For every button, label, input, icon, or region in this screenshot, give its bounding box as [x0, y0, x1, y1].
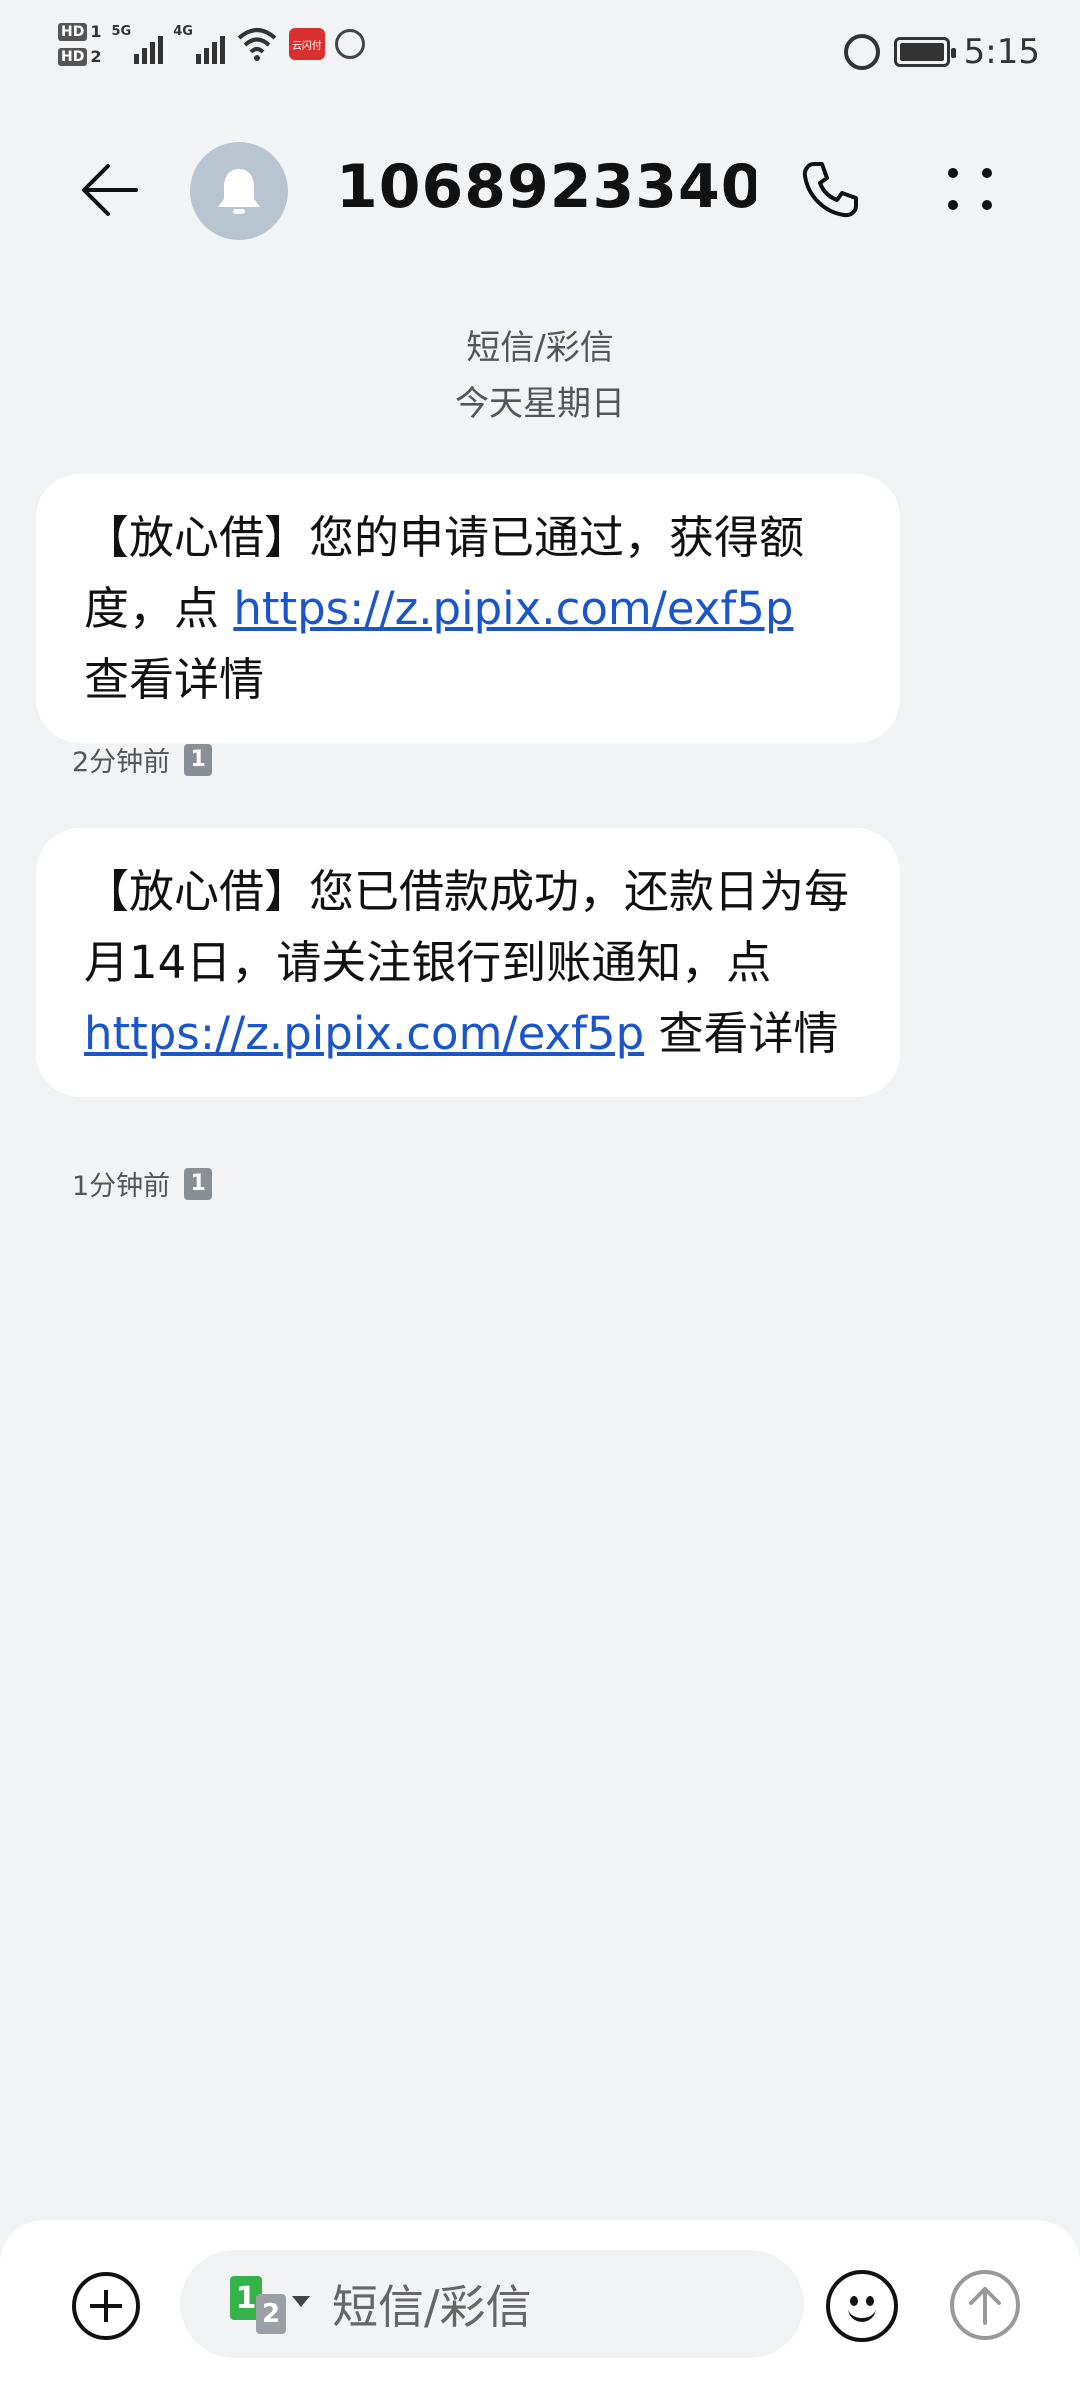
- sim1-number: 1: [90, 22, 102, 41]
- chevron-down-icon: [292, 2296, 310, 2307]
- composer-bar: 1 2 短信/彩信: [0, 2220, 1080, 2388]
- contact-title: 1068923340…: [336, 152, 756, 222]
- sim-selector-button[interactable]: 1 2: [230, 2274, 310, 2334]
- arrow-up-circle-icon: [969, 2287, 1001, 2325]
- message-input[interactable]: 1 2 短信/彩信: [180, 2250, 804, 2358]
- message-meta: 2分钟前 1: [72, 740, 213, 779]
- call-button[interactable]: [790, 150, 870, 230]
- app-notification-icon: 云闪付: [288, 28, 325, 60]
- emoji-button[interactable]: [826, 2270, 898, 2342]
- status-left: HD 1 HD 2 5G 4G 云闪付: [58, 22, 365, 66]
- signal-5g-icon: 5G: [111, 24, 164, 64]
- message-text-end: 查看详情: [644, 1007, 839, 1060]
- hd-sim1: HD 1: [58, 22, 101, 41]
- assistant-notification-icon: [334, 29, 365, 59]
- network-5g-label: 5G: [111, 24, 132, 39]
- message-text: 【放心借】您已借款成功，还款日为每月14日，请关注银行到账通知，点: [84, 865, 850, 989]
- back-button[interactable]: [72, 150, 144, 230]
- status-bar: HD 1 HD 2 5G 4G 云闪付 5:15: [0, 0, 1080, 110]
- message-link[interactable]: https://z.pipix.com/exf5p: [84, 1007, 644, 1060]
- conversation-header: 1068923340…: [0, 110, 1080, 270]
- sim-badge: 1: [184, 1167, 213, 1200]
- sim2-number: 2: [90, 47, 102, 66]
- message-bubble[interactable]: 【放心借】您已借款成功，还款日为每月14日，请关注银行到账通知，点 https:…: [36, 828, 900, 1097]
- sim-secondary: 2: [256, 2294, 286, 2334]
- input-placeholder: 短信/彩信: [332, 2280, 532, 2334]
- alarm-icon: [843, 34, 880, 70]
- battery-icon: [893, 37, 956, 67]
- hd1-label: HD: [58, 22, 88, 41]
- clock: 5:15: [963, 32, 1040, 72]
- message-time: 2分钟前: [72, 747, 171, 778]
- app-badge-label: 云闪付: [291, 40, 322, 52]
- avatar[interactable]: [190, 142, 288, 240]
- wifi-icon: [237, 28, 277, 61]
- channel-label: 短信/彩信: [466, 328, 614, 368]
- phone-icon: [802, 162, 858, 218]
- status-right: 5:15: [843, 32, 1040, 72]
- message-time: 1分钟前: [72, 1171, 171, 1202]
- sim-badge: 1: [184, 743, 213, 776]
- message-text-end: 查看详情: [84, 653, 265, 706]
- date-label: 今天星期日: [455, 384, 625, 424]
- message-meta: 1分钟前 1: [72, 1164, 213, 1203]
- arrow-left-icon: [82, 164, 138, 216]
- hd-indicators: HD 1 HD 2: [58, 22, 101, 66]
- hd-sim2: HD 2: [58, 47, 101, 66]
- message-bubble[interactable]: 【放心借】您的申请已通过，获得额度，点 https://z.pipix.com/…: [36, 474, 900, 743]
- send-button[interactable]: [950, 2270, 1020, 2340]
- message-link[interactable]: https://z.pipix.com/exf5p: [233, 582, 793, 635]
- hd2-label: HD: [58, 47, 88, 66]
- add-attachment-button[interactable]: [72, 2272, 140, 2340]
- network-4g-label: 4G: [173, 24, 193, 39]
- thread-date-header: 短信/彩信 今天星期日: [0, 320, 1080, 432]
- signal-4g-icon: 4G: [173, 24, 225, 64]
- bell-icon: [218, 169, 260, 214]
- more-options-button[interactable]: [932, 150, 1012, 230]
